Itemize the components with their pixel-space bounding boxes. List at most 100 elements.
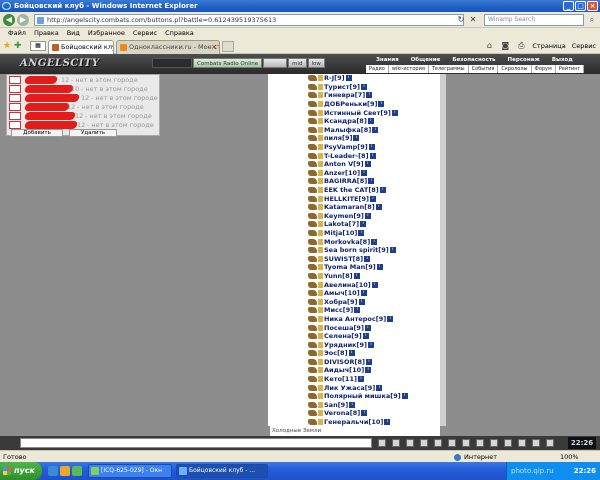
add-friend-button[interactable]: Добавить <box>11 129 63 137</box>
search-icon[interactable]: ⌕ <box>586 14 598 26</box>
player-name[interactable]: SUWIST[8] <box>324 255 363 263</box>
nav-exit[interactable]: Выход <box>546 56 579 64</box>
subnav-forum[interactable]: Форум <box>532 65 556 73</box>
player-info-icon[interactable]: i <box>371 281 378 288</box>
chat-tool-icon[interactable] <box>378 439 386 447</box>
player-info-icon[interactable]: i <box>368 341 375 348</box>
menu-file[interactable]: Файл <box>4 28 30 38</box>
player-info-icon[interactable]: i <box>376 264 383 271</box>
address-bar[interactable]: http://angelscity.combats.com/buttons.pl… <box>34 14 464 26</box>
delete-friend-button[interactable]: Удалить <box>69 129 117 137</box>
close-button[interactable]: × <box>587 1 598 11</box>
player-name[interactable]: Anzer[10] <box>324 169 360 177</box>
player-info-icon[interactable]: i <box>369 195 376 202</box>
player-info-icon[interactable]: i <box>379 187 386 194</box>
back-button[interactable]: ◀ <box>3 14 15 26</box>
player-name[interactable]: Амыч[10] <box>324 289 360 297</box>
chat-tool-icon[interactable] <box>462 439 470 447</box>
subnav-telegrams[interactable]: Телеграммы <box>429 65 469 73</box>
players-scrollbar[interactable] <box>440 74 446 426</box>
menu-view[interactable]: Вид <box>63 28 84 38</box>
chat-tool-icon[interactable] <box>504 439 512 447</box>
quick-tabs-icon[interactable]: ▦ <box>30 41 46 51</box>
tab-combats[interactable]: Бойцовский клуб <box>48 40 114 54</box>
nav-social[interactable]: Общение <box>405 56 447 64</box>
player-info-icon[interactable]: i <box>358 229 365 236</box>
nav-security[interactable]: Безопасность <box>446 56 501 64</box>
chat-tool-icon[interactable] <box>490 439 498 447</box>
subnav-rating[interactable]: Рейтинг <box>556 65 585 73</box>
volume-slider[interactable] <box>263 58 288 68</box>
nav-knowledge[interactable]: Знания <box>370 56 405 64</box>
player-info-icon[interactable]: i <box>369 152 376 159</box>
player-info-icon[interactable]: i <box>364 161 371 168</box>
player-name[interactable]: Anton V[9] <box>324 160 364 168</box>
taskbar-combats-window[interactable]: Бойцовский клуб - ... <box>176 464 268 478</box>
chat-tool-icon[interactable] <box>448 439 456 447</box>
tools-menu[interactable]: Сервис <box>572 41 596 51</box>
player-info-icon[interactable]: i <box>378 101 385 108</box>
start-button[interactable]: пуск <box>0 462 42 480</box>
player-name[interactable]: Посеша[9] <box>324 324 364 332</box>
tab-odnoklassniki[interactable]: Одноклассники.ru - Мое ст... × <box>116 40 220 54</box>
player-name[interactable]: Селена[9] <box>324 332 362 340</box>
player-name[interactable]: Verona[8] <box>324 409 360 417</box>
player-name[interactable]: HELLKITE[9] <box>324 195 369 203</box>
player-name[interactable]: Мисс[9] <box>324 306 353 314</box>
player-info-icon[interactable]: i <box>371 238 378 245</box>
refresh-icon[interactable]: ↻ <box>456 15 466 25</box>
player-name[interactable]: пиля[9] <box>324 134 352 142</box>
chat-tool-icon[interactable] <box>406 439 414 447</box>
quality-low-button[interactable]: low <box>307 58 325 68</box>
player-info-icon[interactable]: i <box>391 109 398 116</box>
player-name[interactable]: Генеральчи[10] <box>324 418 383 426</box>
maximize-button[interactable]: □ <box>575 1 586 11</box>
chat-tool-icon[interactable] <box>420 439 428 447</box>
player-name[interactable]: DIVISOR[8] <box>324 358 365 366</box>
subnav-wiki[interactable]: wiki-история <box>389 65 429 73</box>
player-name[interactable]: EEK the CAT[8] <box>324 186 379 194</box>
player-info-icon[interactable]: i <box>348 350 355 357</box>
player-info-icon[interactable]: i <box>364 212 371 219</box>
feeds-icon[interactable]: ◙ <box>500 41 510 51</box>
player-name[interactable]: R-J[9] <box>324 74 345 82</box>
player-name[interactable]: Истинный Свет[9] <box>324 109 391 117</box>
player-info-icon[interactable]: i <box>361 410 368 417</box>
player-name[interactable]: Малыфка[8] <box>324 126 371 134</box>
player-name[interactable]: Кето[11] <box>324 375 357 383</box>
player-info-icon[interactable]: i <box>360 221 367 228</box>
player-name[interactable]: T-Leader-[8] <box>324 152 369 160</box>
player-info-icon[interactable]: i <box>349 401 356 408</box>
favorites-star-icon[interactable]: ★ <box>3 41 11 51</box>
player-info-icon[interactable]: i <box>364 324 371 331</box>
player-info-icon[interactable]: i <box>368 178 375 185</box>
chat-tool-icon[interactable] <box>434 439 442 447</box>
chat-input[interactable] <box>20 438 372 448</box>
player-name[interactable]: Mitja[10] <box>324 229 357 237</box>
player-name[interactable]: Турист[9] <box>324 83 360 91</box>
player-name[interactable]: Morkovka[8] <box>324 238 370 246</box>
minimize-button[interactable]: _ <box>563 1 574 11</box>
player-name[interactable]: Tyoma Man[9] <box>324 263 376 271</box>
new-tab-button[interactable] <box>222 41 234 52</box>
menu-tools[interactable]: Сервис <box>129 28 161 38</box>
player-info-icon[interactable]: i <box>387 315 394 322</box>
player-info-icon[interactable]: i <box>354 307 361 314</box>
player-name[interactable]: PsyVamp[9] <box>324 143 368 151</box>
player-info-icon[interactable]: i <box>358 298 365 305</box>
menu-help[interactable]: Справка <box>161 28 198 38</box>
nav-character[interactable]: Персонаж <box>502 56 546 64</box>
player-info-icon[interactable]: i <box>357 376 364 383</box>
player-info-icon[interactable]: i <box>401 393 408 400</box>
player-name[interactable]: BAGIRRA[8] <box>324 177 367 185</box>
player-name[interactable]: Ксандра[8] <box>324 117 367 125</box>
chat-tool-icon[interactable] <box>518 439 526 447</box>
player-name[interactable]: San[9] <box>324 401 348 409</box>
player-info-icon[interactable]: i <box>365 358 372 365</box>
player-name[interactable]: Keymen[9] <box>324 212 364 220</box>
chat-tool-icon[interactable] <box>392 439 400 447</box>
quicklaunch-ie-icon[interactable] <box>48 466 58 476</box>
radio-button[interactable]: Combats Radio Online <box>193 58 263 68</box>
player-info-icon[interactable]: i <box>367 118 374 125</box>
player-info-icon[interactable]: i <box>345 75 352 82</box>
